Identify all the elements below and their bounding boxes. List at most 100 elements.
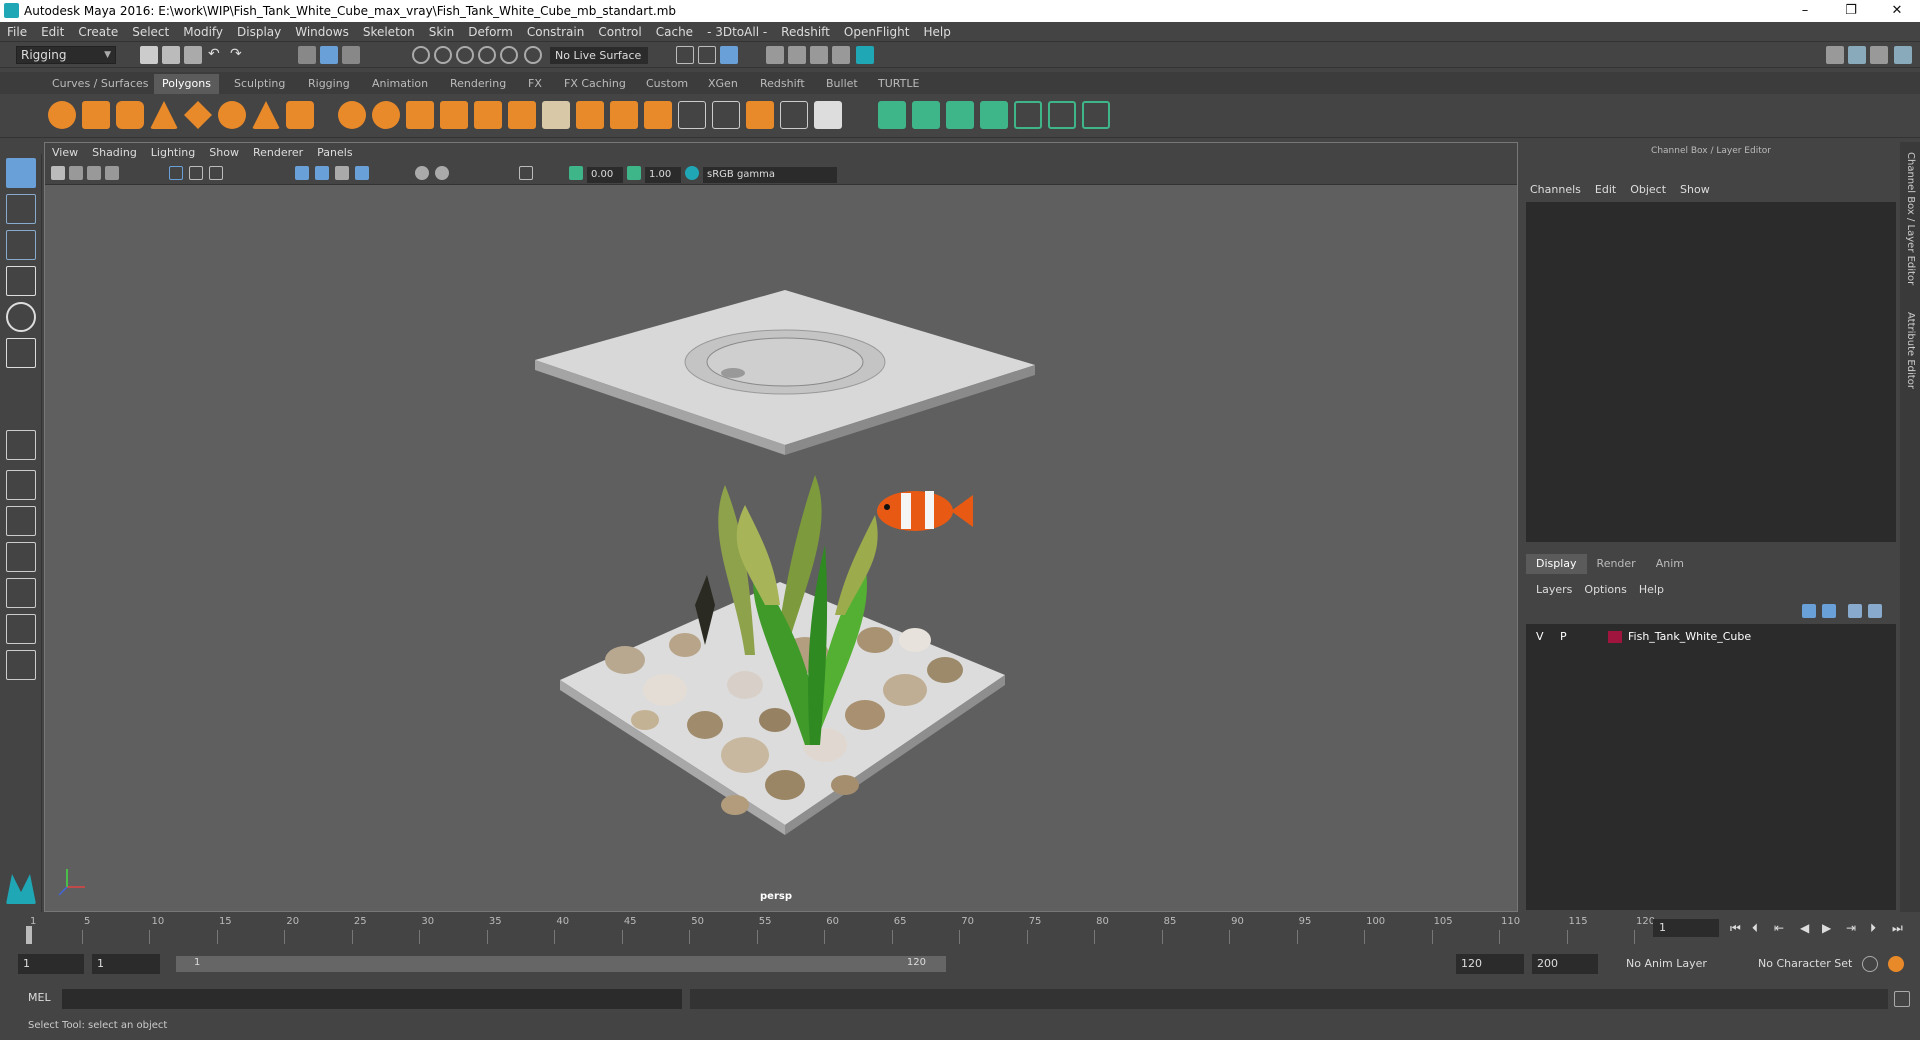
fill-hole-icon[interactable] — [678, 101, 706, 129]
cb-menu-object[interactable]: Object — [1630, 183, 1666, 196]
input-ops-icon[interactable] — [676, 46, 694, 64]
poly-torus-icon[interactable] — [218, 101, 246, 129]
layer-menu-layers[interactable]: Layers — [1536, 583, 1572, 596]
shelf-tab-rigging[interactable]: Rigging — [300, 74, 358, 94]
cb-menu-channels[interactable]: Channels — [1530, 183, 1581, 196]
shelf-tab-curves-surfaces[interactable]: Curves / Surfaces — [44, 74, 157, 94]
menu-cache[interactable]: Cache — [649, 22, 700, 42]
multi-cut-icon[interactable] — [542, 101, 570, 129]
menu-edit[interactable]: Edit — [34, 22, 71, 42]
playback-end-field[interactable]: 120 — [1456, 954, 1524, 974]
shelf-tab-xgen[interactable]: XGen — [700, 74, 746, 94]
snap-surface-icon[interactable] — [500, 46, 518, 64]
shelf-tab-rendering[interactable]: Rendering — [442, 74, 514, 94]
colorspace-select[interactable]: sRGB gamma — [703, 167, 837, 183]
snap-grid-icon[interactable] — [412, 46, 430, 64]
close-button[interactable]: ✕ — [1874, 0, 1920, 22]
vp-menu-shading[interactable]: Shading — [85, 143, 144, 163]
move-layer-up-icon[interactable] — [1802, 604, 1816, 618]
current-frame-field[interactable]: 1 — [1653, 919, 1719, 937]
anim-layer-select[interactable]: No Anim Layer — [1622, 954, 1740, 974]
menu-deform[interactable]: Deform — [461, 22, 520, 42]
vp-menu-view[interactable]: View — [45, 143, 85, 163]
target-weld-icon[interactable] — [712, 101, 740, 129]
ambient-occlusion-icon[interactable] — [435, 166, 449, 180]
menu-openflight[interactable]: OpenFlight — [837, 22, 917, 42]
script-editor-icon[interactable] — [1894, 991, 1910, 1007]
mirror-icon[interactable] — [746, 101, 774, 129]
menu-windows[interactable]: Windows — [288, 22, 356, 42]
play-forward-icon[interactable]: ▶ — [1822, 921, 1831, 935]
render-view-icon[interactable] — [766, 46, 784, 64]
color-management-icon[interactable] — [685, 166, 699, 180]
next-key-icon[interactable]: ⇥ — [1846, 921, 1856, 935]
tool-settings-icon[interactable] — [1870, 46, 1888, 64]
open-scene-icon[interactable] — [162, 46, 180, 64]
two-pane-stacked-icon[interactable] — [6, 542, 36, 572]
new-layer-icon[interactable] — [1848, 604, 1862, 618]
animation-end-field[interactable]: 200 — [1532, 954, 1598, 974]
exposure-icon[interactable] — [569, 166, 583, 180]
menu-modify[interactable]: Modify — [176, 22, 230, 42]
menu-skin[interactable]: Skin — [422, 22, 462, 42]
layer-color-swatch[interactable] — [1608, 631, 1622, 643]
scale-tool-icon[interactable] — [6, 338, 36, 368]
rotate-tool-icon[interactable] — [6, 302, 36, 332]
layer-visibility-toggle[interactable]: V — [1536, 628, 1544, 646]
maximize-button[interactable]: ❐ — [1828, 0, 1874, 22]
shelf-tab-bullet[interactable]: Bullet — [818, 74, 866, 94]
select-tool-icon[interactable] — [6, 158, 36, 188]
edge-loop-icon[interactable] — [576, 101, 604, 129]
poly-cube-icon[interactable] — [82, 101, 110, 129]
time-slider-track[interactable]: 1 5 10 15 20 25 30 35 40 45 50 55 60 65 70 75 80 85 90 95 10… — [22, 914, 1655, 944]
menu-constrain[interactable]: Constrain — [520, 22, 592, 42]
shelf-tab-fx[interactable]: FX — [520, 74, 550, 94]
poly-cylinder-icon[interactable] — [116, 101, 144, 129]
uv-cylindrical-icon[interactable] — [912, 101, 940, 129]
grid-icon[interactable] — [169, 166, 183, 180]
custom-layout-icon[interactable] — [6, 650, 36, 680]
single-pane-icon[interactable] — [6, 430, 36, 460]
scene-view[interactable] — [45, 185, 1517, 911]
bevel-icon[interactable] — [474, 101, 502, 129]
poly-plane-icon[interactable] — [184, 101, 212, 129]
layer-playback-toggle[interactable]: P — [1560, 628, 1567, 646]
uv-planar-icon[interactable] — [878, 101, 906, 129]
lasso-tool-icon[interactable] — [6, 194, 36, 224]
layer-name[interactable]: Fish_Tank_White_Cube — [1628, 628, 1751, 646]
shelf-tab-fx-caching[interactable]: FX Caching — [556, 74, 634, 94]
output-ops-icon[interactable] — [698, 46, 716, 64]
shelf-tab-redshift[interactable]: Redshift — [752, 74, 813, 94]
resolution-gate-icon[interactable] — [209, 166, 223, 180]
new-layer-selected-icon[interactable] — [1868, 604, 1882, 618]
menu-create[interactable]: Create — [71, 22, 125, 42]
smooth-shade-icon[interactable] — [315, 166, 329, 180]
menu-display[interactable]: Display — [230, 22, 288, 42]
menu-file[interactable]: File — [0, 22, 34, 42]
uv-layout-icon[interactable] — [1048, 101, 1076, 129]
undo-icon[interactable]: ↶ — [208, 46, 226, 64]
shelf-tab-turtle[interactable]: TURTLE — [870, 74, 927, 94]
attribute-editor-icon[interactable] — [1848, 46, 1866, 64]
step-back-icon[interactable]: ⏴ — [1752, 921, 1758, 936]
channel-box-area[interactable] — [1526, 202, 1896, 542]
layer-menu-help[interactable]: Help — [1639, 583, 1664, 596]
film-gate-icon[interactable] — [189, 166, 203, 180]
poly-pipe-icon[interactable] — [286, 101, 314, 129]
paint-select-icon[interactable] — [6, 230, 36, 260]
persp-outliner-icon[interactable] — [6, 614, 36, 644]
viewport-panel[interactable]: View Shading Lighting Show Renderer Panels 0.… — [44, 142, 1518, 912]
menu-select[interactable]: Select — [125, 22, 176, 42]
new-scene-icon[interactable] — [140, 46, 158, 64]
menu-control[interactable]: Control — [591, 22, 648, 42]
gamma-field[interactable]: 1.00 — [645, 167, 681, 183]
shelf-tab-polygons[interactable]: Polygons — [154, 74, 219, 94]
poly-pyramid-icon[interactable] — [252, 101, 280, 129]
character-set-select[interactable]: No Character Set — [1754, 954, 1872, 974]
redo-icon[interactable]: ↷ — [230, 46, 248, 64]
cb-menu-show[interactable]: Show — [1680, 183, 1710, 196]
two-pane-side-icon[interactable] — [6, 506, 36, 536]
clownfish[interactable] — [877, 491, 973, 531]
go-to-start-icon[interactable]: ⏮ — [1730, 921, 1741, 936]
uv-spherical-icon[interactable] — [946, 101, 974, 129]
